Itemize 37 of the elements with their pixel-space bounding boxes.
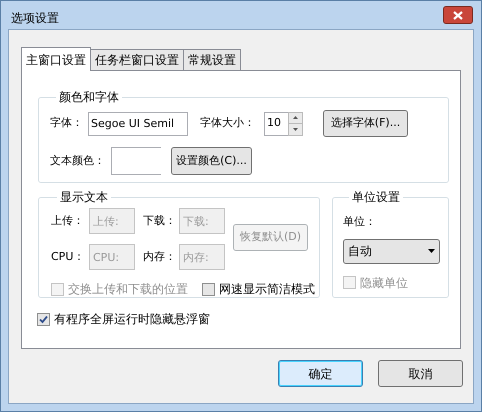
tab[interactable]: 主窗口设置 bbox=[21, 47, 91, 71]
caret-icon bbox=[428, 249, 435, 253]
field-label: 内存： bbox=[143, 248, 177, 265]
checkbox[interactable] bbox=[37, 312, 50, 326]
field-label: 单位： bbox=[343, 214, 377, 230]
unit-dropdown[interactable]: 自动 bbox=[343, 238, 440, 264]
down-arrow-icon bbox=[293, 128, 298, 131]
checkbox-label: 隐藏单位 bbox=[360, 274, 408, 292]
dialog-button[interactable]: 取消 bbox=[378, 360, 463, 387]
window-title: 选项设置 bbox=[11, 10, 59, 27]
group-title: 显示文本 bbox=[59, 189, 109, 206]
dialog-button[interactable]: 确定 bbox=[278, 360, 363, 387]
tab[interactable]: 任务栏窗口设置 bbox=[90, 49, 184, 70]
checkmark-icon bbox=[39, 314, 48, 324]
color-swatch[interactable] bbox=[111, 147, 161, 175]
spin-up-button[interactable] bbox=[288, 112, 303, 124]
field-label: 下载： bbox=[143, 212, 177, 229]
spin-down-button[interactable] bbox=[288, 124, 303, 136]
font-field[interactable]: Segoe UI Semil bbox=[88, 112, 188, 136]
checkbox-label: 网速显示简洁模式 bbox=[219, 281, 315, 298]
group-title: 单位设置 bbox=[351, 189, 401, 206]
tab[interactable]: 常规设置 bbox=[183, 49, 241, 70]
field-label: CPU： bbox=[51, 248, 86, 265]
checkbox[interactable] bbox=[202, 282, 215, 296]
set-color-button[interactable]: 设置颜色(C)... bbox=[171, 147, 252, 175]
up-arrow-icon bbox=[293, 116, 298, 120]
choose-font-button[interactable]: 选择字体(F)... bbox=[323, 110, 408, 137]
group-title: 颜色和字体 bbox=[58, 89, 120, 106]
field-label: 上传： bbox=[51, 212, 85, 229]
field-label: 文本颜色： bbox=[50, 152, 106, 169]
field-label: 字体： bbox=[50, 115, 84, 132]
field-label: 字体大小： bbox=[200, 115, 256, 132]
checkbox-label: 交换上传和下载的位置 bbox=[68, 281, 188, 298]
checkbox-label: 有程序全屏运行时隐藏悬浮窗 bbox=[54, 311, 210, 328]
close-icon bbox=[453, 10, 463, 20]
close-button[interactable] bbox=[443, 6, 473, 24]
font-size-field[interactable]: 10 bbox=[264, 112, 288, 136]
